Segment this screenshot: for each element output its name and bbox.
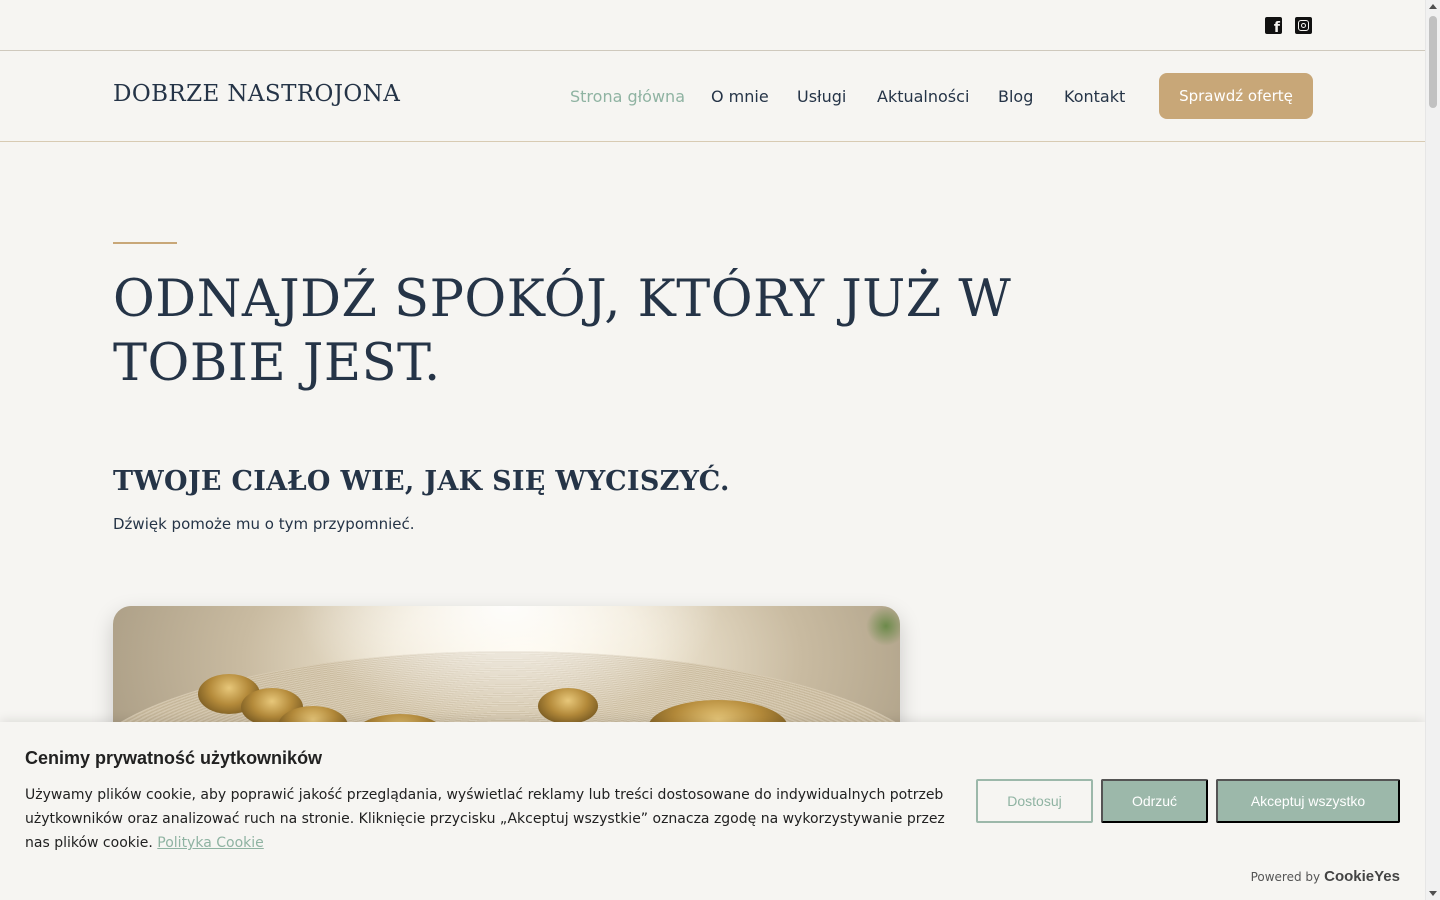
cookieyes-logo: CookieYes: [1324, 868, 1400, 885]
photo-bowl: [538, 688, 598, 724]
powered-by-label: Powered by: [1250, 870, 1321, 884]
nav-item-contact[interactable]: Kontakt: [1064, 87, 1125, 106]
scroll-up-arrow-icon[interactable]: [1429, 4, 1437, 9]
facebook-square-icon[interactable]: [1265, 17, 1282, 36]
nav-item-home[interactable]: Strona główna: [570, 87, 685, 106]
nav-item-news[interactable]: Aktualności: [877, 87, 969, 106]
decorative-accent-line: [113, 242, 177, 244]
nav-item-about[interactable]: O mnie: [711, 87, 769, 106]
photo-plant: [866, 606, 900, 646]
page-viewport: DOBRZE NASTROJONA Strona główna O mnie U…: [0, 0, 1425, 900]
nav-item-services[interactable]: Usługi: [797, 87, 846, 106]
check-offer-button[interactable]: Sprawdź ofertę: [1159, 73, 1313, 119]
cookie-policy-link[interactable]: Polityka Cookie: [157, 835, 263, 851]
site-logo[interactable]: DOBRZE NASTROJONA: [113, 81, 400, 107]
cookie-banner-title: Cenimy prywatność użytkowników: [25, 748, 323, 768]
instagram-icon[interactable]: [1295, 17, 1312, 34]
hero-subtitle: TWOJE CIAŁO WIE, JAK SIĘ WYCISZYĆ.: [113, 466, 730, 497]
customize-button[interactable]: Dostosuj: [976, 779, 1093, 823]
vertical-scrollbar[interactable]: [1425, 0, 1440, 900]
powered-by: Powered by CookieYes: [1251, 868, 1400, 885]
site-header: DOBRZE NASTROJONA Strona główna O mnie U…: [0, 51, 1425, 142]
scroll-down-arrow-icon[interactable]: [1429, 891, 1437, 896]
scrollbar-thumb[interactable]: [1429, 16, 1437, 108]
cookie-banner-text: Używamy plików cookie, aby poprawić jako…: [25, 783, 945, 855]
accept-all-button[interactable]: Akceptuj wszystko: [1216, 779, 1400, 823]
nav-item-blog[interactable]: Blog: [998, 87, 1033, 106]
reject-button[interactable]: Odrzuć: [1101, 779, 1208, 823]
hero-text: Dźwięk pomoże mu o tym przypomnieć.: [113, 515, 415, 533]
photo-cloth: [293, 606, 723, 726]
social-top-bar: [0, 0, 1425, 51]
hero-title: ODNAJDŹ SPOKÓJ, KTÓRY JUŻ W TOBIE JEST.: [113, 270, 1012, 393]
cookie-consent-banner: Cenimy prywatność użytkowników Używamy p…: [0, 722, 1425, 900]
